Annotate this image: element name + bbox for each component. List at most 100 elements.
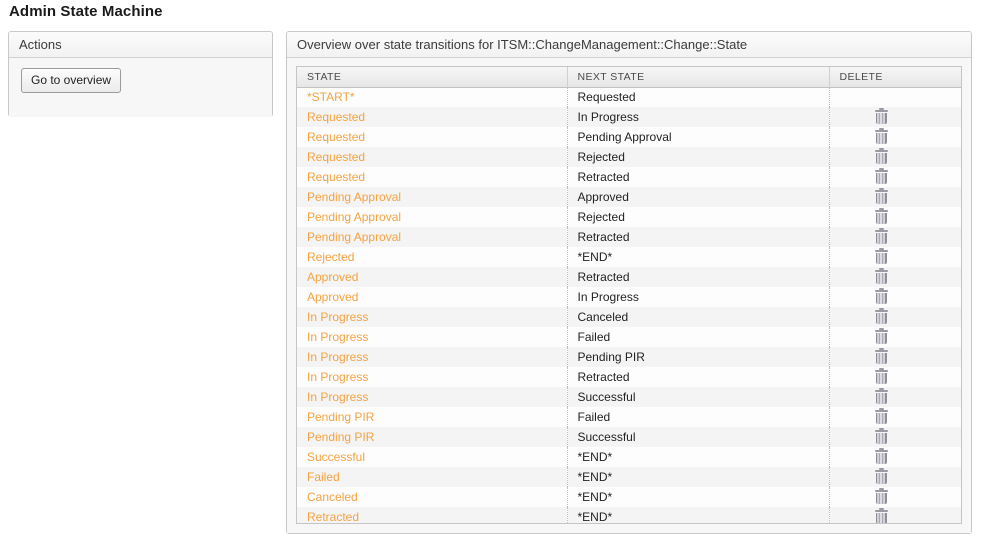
trash-icon[interactable] bbox=[875, 370, 888, 385]
table-row: ApprovedRetracted bbox=[297, 267, 961, 287]
delete-transition-button[interactable] bbox=[840, 270, 962, 285]
delete-transition-button[interactable] bbox=[840, 150, 962, 165]
delete-transition-button[interactable] bbox=[840, 310, 962, 325]
cell-next-state: Successful bbox=[567, 427, 829, 447]
cell-next-state: Successful bbox=[567, 387, 829, 407]
delete-transition-button[interactable] bbox=[840, 510, 962, 525]
table-body: *START*RequestedRequestedIn ProgressRequ… bbox=[297, 87, 961, 524]
delete-transition-button[interactable] bbox=[840, 290, 962, 305]
cell-delete bbox=[829, 167, 961, 187]
state-link[interactable]: In Progress bbox=[307, 310, 368, 324]
cell-state: Pending Approval bbox=[297, 187, 567, 207]
state-link[interactable]: Pending PIR bbox=[307, 430, 374, 444]
delete-transition-button[interactable] bbox=[840, 370, 962, 385]
trash-icon[interactable] bbox=[875, 150, 888, 165]
cell-next-state: Pending Approval bbox=[567, 127, 829, 147]
trash-icon[interactable] bbox=[875, 250, 888, 265]
cell-delete bbox=[829, 367, 961, 387]
table-row: Pending Approval Retracted bbox=[297, 227, 961, 247]
state-link[interactable]: Approved bbox=[307, 270, 358, 284]
delete-transition-button[interactable] bbox=[840, 470, 962, 485]
column-header-next-state[interactable]: NEXT STATE bbox=[567, 67, 829, 87]
delete-transition-button[interactable] bbox=[840, 170, 962, 185]
trash-icon[interactable] bbox=[875, 330, 888, 345]
state-link[interactable]: In Progress bbox=[307, 350, 368, 364]
cell-next-state: Failed bbox=[567, 407, 829, 427]
state-link[interactable]: Requested bbox=[307, 170, 365, 184]
cell-delete bbox=[829, 107, 961, 127]
table-row: RequestedRejected bbox=[297, 147, 961, 167]
delete-transition-button[interactable] bbox=[840, 410, 962, 425]
cell-next-state: Canceled bbox=[567, 307, 829, 327]
trash-icon[interactable] bbox=[875, 230, 888, 245]
table-row: *START*Requested bbox=[297, 87, 961, 107]
table-header: STATE NEXT STATE DELETE bbox=[297, 67, 961, 87]
delete-transition-button[interactable] bbox=[840, 130, 962, 145]
delete-transition-button[interactable] bbox=[840, 350, 962, 365]
state-link[interactable]: Pending Approval bbox=[307, 210, 401, 224]
cell-state: Requested bbox=[297, 107, 567, 127]
delete-transition-button[interactable] bbox=[840, 210, 962, 225]
state-link[interactable]: Requested bbox=[307, 110, 365, 124]
trash-icon[interactable] bbox=[875, 210, 888, 225]
state-link[interactable]: In Progress bbox=[307, 330, 368, 344]
cell-state: Requested bbox=[297, 147, 567, 167]
trash-icon[interactable] bbox=[875, 410, 888, 425]
trash-icon[interactable] bbox=[875, 110, 888, 125]
cell-next-state: Failed bbox=[567, 327, 829, 347]
trash-icon[interactable] bbox=[875, 490, 888, 505]
delete-transition-button[interactable] bbox=[840, 190, 962, 205]
state-link[interactable]: Pending PIR bbox=[307, 410, 374, 424]
state-link[interactable]: In Progress bbox=[307, 390, 368, 404]
state-link[interactable]: *START* bbox=[307, 90, 355, 104]
cell-state: In Progress bbox=[297, 387, 567, 407]
state-link[interactable]: Pending Approval bbox=[307, 230, 401, 244]
trash-icon[interactable] bbox=[875, 290, 888, 305]
trash-icon[interactable] bbox=[875, 470, 888, 485]
state-transitions-table: STATE NEXT STATE DELETE *START*Requested… bbox=[297, 67, 961, 524]
cell-next-state: *END* bbox=[567, 507, 829, 524]
cell-state: Pending PIR bbox=[297, 407, 567, 427]
state-link[interactable]: Requested bbox=[307, 130, 365, 144]
table-row: Successful*END* bbox=[297, 447, 961, 467]
trash-icon[interactable] bbox=[875, 190, 888, 205]
delete-transition-button[interactable] bbox=[840, 250, 962, 265]
state-link[interactable]: Requested bbox=[307, 150, 365, 164]
cell-state: Pending Approval bbox=[297, 207, 567, 227]
state-link[interactable]: In Progress bbox=[307, 370, 368, 384]
state-link[interactable]: Failed bbox=[307, 470, 340, 484]
table-row: ApprovedIn Progress bbox=[297, 287, 961, 307]
table-row: Pending PIR Successful bbox=[297, 427, 961, 447]
state-link[interactable]: Canceled bbox=[307, 490, 358, 504]
trash-icon[interactable] bbox=[875, 310, 888, 325]
state-link[interactable]: Retracted bbox=[307, 510, 359, 524]
delete-transition-button[interactable] bbox=[840, 110, 962, 125]
state-link[interactable]: Rejected bbox=[307, 250, 354, 264]
trash-icon[interactable] bbox=[875, 350, 888, 365]
delete-transition-button[interactable] bbox=[840, 390, 962, 405]
trash-icon[interactable] bbox=[875, 450, 888, 465]
delete-transition-button[interactable] bbox=[840, 230, 962, 245]
cell-next-state: Retracted bbox=[567, 227, 829, 247]
state-link[interactable]: Successful bbox=[307, 450, 365, 464]
delete-transition-button[interactable] bbox=[840, 490, 962, 505]
trash-icon[interactable] bbox=[875, 170, 888, 185]
table-row: Pending PIR Failed bbox=[297, 407, 961, 427]
actions-panel: Actions Go to overview bbox=[8, 31, 273, 117]
state-link[interactable]: Approved bbox=[307, 290, 358, 304]
cell-next-state: In Progress bbox=[567, 107, 829, 127]
trash-icon[interactable] bbox=[875, 510, 888, 525]
trash-icon[interactable] bbox=[875, 430, 888, 445]
delete-transition-button[interactable] bbox=[840, 450, 962, 465]
column-header-delete[interactable]: DELETE bbox=[829, 67, 961, 87]
delete-transition-button[interactable] bbox=[840, 330, 962, 345]
cell-next-state: Retracted bbox=[567, 167, 829, 187]
delete-transition-button[interactable] bbox=[840, 430, 962, 445]
state-link[interactable]: Pending Approval bbox=[307, 190, 401, 204]
column-header-state[interactable]: STATE bbox=[297, 67, 567, 87]
trash-icon[interactable] bbox=[875, 130, 888, 145]
cell-delete bbox=[829, 387, 961, 407]
go-to-overview-button[interactable]: Go to overview bbox=[21, 68, 121, 93]
trash-icon[interactable] bbox=[875, 270, 888, 285]
trash-icon[interactable] bbox=[875, 390, 888, 405]
